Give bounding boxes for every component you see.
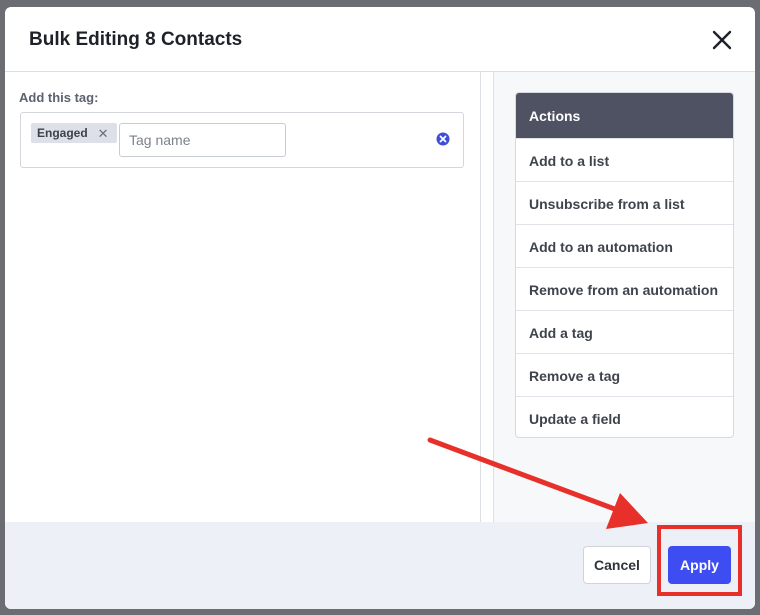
cancel-button[interactable]: Cancel <box>583 546 651 584</box>
action-update-field[interactable]: Update a field <box>516 396 733 437</box>
tag-editor-panel: Add this tag: Engaged ✕ <box>5 72 480 522</box>
modal-title: Bulk Editing 8 Contacts <box>29 29 243 50</box>
action-remove-tag[interactable]: Remove a tag <box>516 353 733 396</box>
action-remove-from-automation[interactable]: Remove from an automation <box>516 267 733 310</box>
actions-menu: Actions Add to a list Unsubscribe from a… <box>515 92 734 438</box>
tag-chip-engaged: Engaged ✕ <box>31 123 117 143</box>
actions-panel: Actions Add to a list Unsubscribe from a… <box>494 72 755 522</box>
action-add-to-list[interactable]: Add to a list <box>516 138 733 181</box>
clear-circle-icon[interactable] <box>436 132 450 146</box>
add-tag-label: Add this tag: <box>19 90 99 105</box>
modal-header: Bulk Editing 8 Contacts <box>5 7 755 72</box>
actions-header: Actions <box>516 93 733 138</box>
tag-name-input[interactable] <box>119 123 286 157</box>
bulk-edit-modal: Bulk Editing 8 Contacts Add this tag: En… <box>5 7 755 609</box>
apply-button[interactable]: Apply <box>668 546 731 584</box>
tag-selector[interactable]: Engaged ✕ <box>20 112 464 168</box>
close-button[interactable] <box>709 27 735 53</box>
action-add-to-automation[interactable]: Add to an automation <box>516 224 733 267</box>
tag-chip-label: Engaged <box>37 126 88 140</box>
remove-tag-icon[interactable]: ✕ <box>98 127 109 140</box>
action-unsubscribe-from-list[interactable]: Unsubscribe from a list <box>516 181 733 224</box>
action-add-tag[interactable]: Add a tag <box>516 310 733 353</box>
panel-divider <box>480 72 494 522</box>
modal-footer: Cancel Apply <box>5 522 755 609</box>
close-icon <box>712 30 732 50</box>
